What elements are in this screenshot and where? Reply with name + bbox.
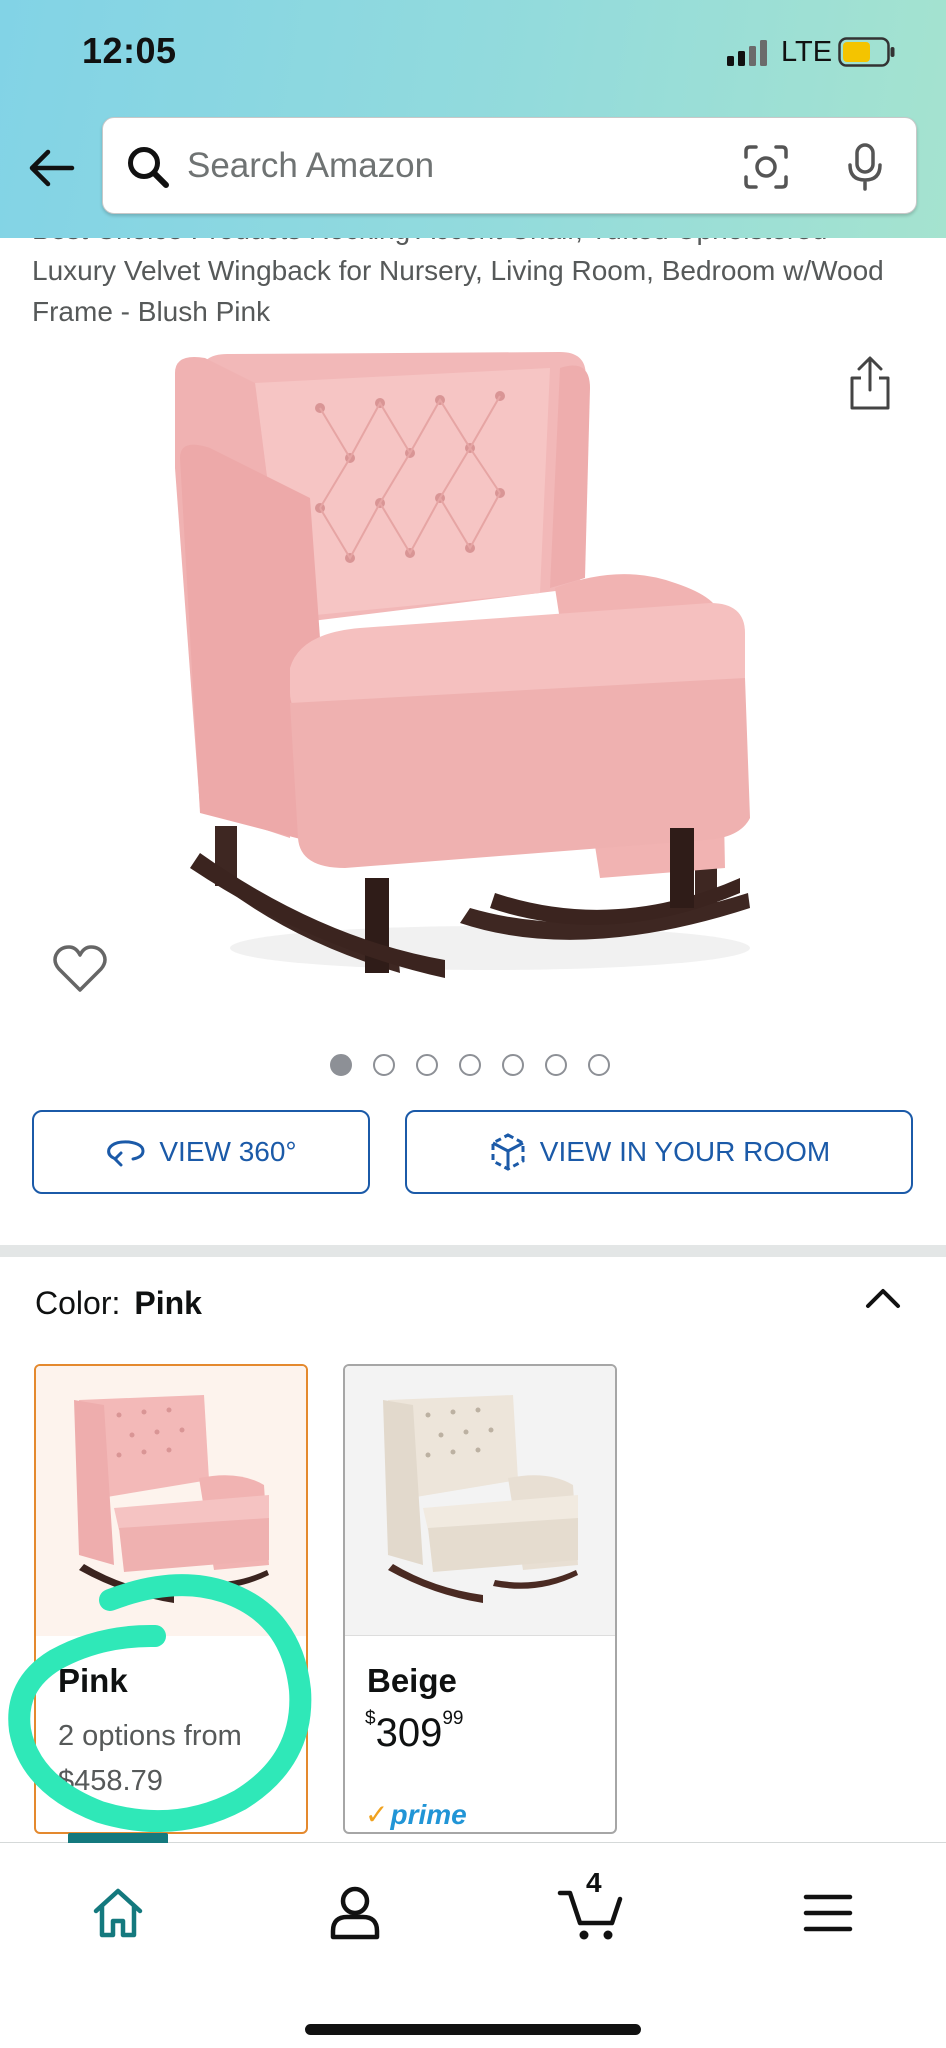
network-type: LTE — [781, 36, 833, 68]
prime-badge: ✓prime — [365, 1798, 467, 1831]
view-360-button[interactable]: VIEW 360° — [32, 1110, 370, 1194]
status-time: 12:05 — [82, 30, 177, 71]
beige-chair-thumbnail — [383, 1395, 578, 1603]
search-input[interactable] — [187, 136, 787, 196]
search-bar[interactable] — [102, 117, 917, 214]
battery-icon — [838, 37, 895, 67]
swatch-image-pink — [36, 1366, 306, 1636]
heart-icon[interactable] — [52, 943, 108, 995]
image-dot[interactable] — [416, 1054, 438, 1076]
back-arrow-icon[interactable] — [28, 148, 76, 188]
image-dot[interactable] — [373, 1054, 395, 1076]
price-currency: $ — [365, 1708, 376, 1729]
image-dot[interactable] — [545, 1054, 567, 1076]
cart-button[interactable]: 4 — [556, 1867, 626, 1943]
cart-count: 4 — [586, 1867, 602, 1898]
microphone-icon[interactable] — [845, 142, 885, 192]
signal-strength-icon — [727, 40, 767, 66]
menu-icon[interactable] — [798, 1883, 858, 1943]
product-title: Best Choice Products Rocking Accent Chai… — [32, 238, 884, 327]
product-title-area: Best Choice Products Rocking Accent Chai… — [0, 238, 946, 338]
home-indicator — [305, 2024, 641, 2035]
color-option-beige[interactable]: Beige $30999 ✓prime — [343, 1364, 617, 1834]
bottom-navigation: 4 — [0, 1833, 946, 2048]
header-bar: 12:05 LTE — [0, 0, 946, 238]
view-in-room-label: VIEW IN YOUR ROOM — [539, 1136, 831, 1167]
color-selection-header: Color: Pink — [35, 1285, 202, 1322]
swatch-image-beige — [345, 1366, 615, 1636]
swatch-name-beige: Beige — [367, 1662, 457, 1699]
view-in-room-button[interactable]: VIEW IN YOUR ROOM — [405, 1110, 913, 1194]
share-icon[interactable] — [846, 354, 894, 412]
swatch-price-beige: $30999 — [365, 1708, 463, 1756]
camera-scan-icon[interactable] — [743, 144, 789, 190]
color-label: Color: — [35, 1285, 121, 1321]
swatch-name-pink: Pink — [58, 1662, 128, 1699]
color-option-pink[interactable]: Pink 2 options from $458.79 — [34, 1364, 308, 1834]
image-pagination — [330, 1054, 610, 1076]
home-icon[interactable] — [88, 1883, 148, 1943]
active-tab-indicator — [68, 1833, 168, 1843]
prime-check-icon: ✓ — [365, 1799, 389, 1830]
rotate-360-icon — [107, 1140, 145, 1167]
prime-label: prime — [390, 1799, 467, 1830]
account-icon[interactable] — [325, 1883, 385, 1943]
view-360-label: VIEW 360° — [159, 1136, 297, 1167]
image-dot[interactable] — [459, 1054, 481, 1076]
search-icon — [128, 147, 169, 188]
chevron-up-icon[interactable] — [862, 1282, 904, 1312]
selected-color: Pink — [134, 1285, 202, 1321]
swatch-description-pink: 2 options from $458.79 — [58, 1720, 242, 1797]
image-dot[interactable] — [502, 1054, 524, 1076]
product-image[interactable] — [160, 348, 790, 988]
pink-chair-thumbnail — [74, 1395, 269, 1603]
cube-ar-icon — [491, 1133, 525, 1171]
image-dot[interactable] — [588, 1054, 610, 1076]
section-divider — [0, 1245, 946, 1257]
price-whole: 309 — [375, 1711, 443, 1755]
price-fraction: 99 — [442, 1708, 464, 1729]
image-dot[interactable] — [330, 1054, 352, 1076]
